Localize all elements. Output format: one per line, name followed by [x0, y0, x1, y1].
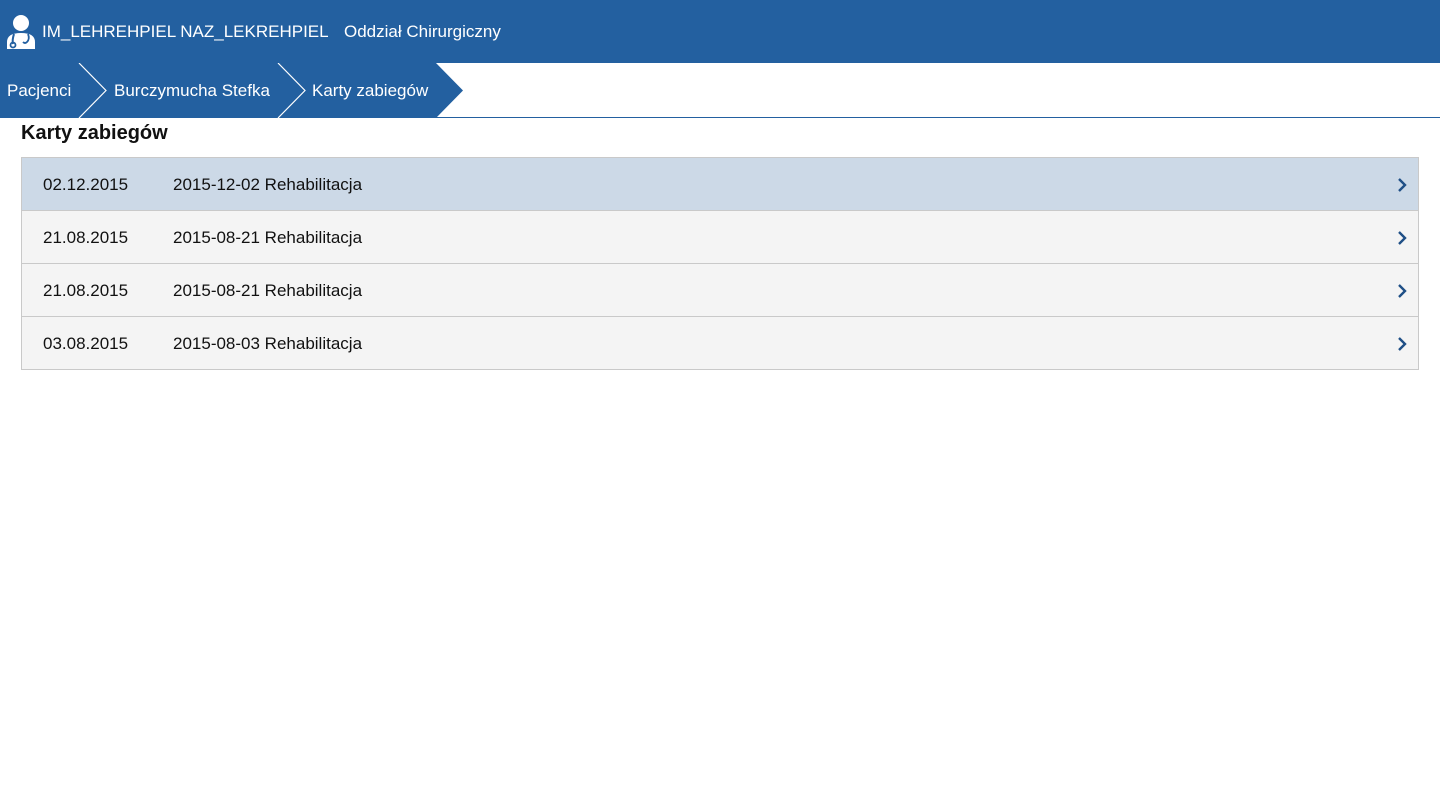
list-item[interactable]: 21.08.2015 2015-08-21 Rehabilitacja [22, 211, 1418, 264]
list-item-date: 03.08.2015 [43, 334, 129, 353]
list-item-date: 02.12.2015 [43, 175, 129, 194]
breadcrumb-item-patient[interactable]: Burczymucha Stefka [114, 80, 270, 102]
list-item[interactable]: 02.12.2015 2015-12-02 Rehabilitacja [22, 158, 1418, 211]
procedure-cards-list: 02.12.2015 2015-12-02 Rehabilitacja 21.0… [21, 157, 1419, 370]
top-bar: IM_LEHREHPIEL NAZ_LEKREHPIEL Oddział Chi… [0, 0, 1440, 63]
chevron-right-icon [1398, 178, 1407, 192]
chevron-right-icon [1398, 337, 1407, 351]
list-item[interactable]: 03.08.2015 2015-08-03 Rehabilitacja [22, 317, 1418, 369]
chevron-right-icon [1398, 284, 1407, 298]
breadcrumb: Pacjenci Burczymucha Stefka Karty zabieg… [0, 63, 1440, 118]
user-name[interactable]: IM_LEHREHPIEL NAZ_LEKREHPIEL [42, 21, 329, 43]
list-item-date: 21.08.2015 [43, 228, 129, 247]
department-name: Oddział Chirurgiczny [344, 22, 501, 41]
list-item-description: 2015-08-21 Rehabilitacja [173, 228, 363, 247]
list-item[interactable]: 21.08.2015 2015-08-21 Rehabilitacja [22, 264, 1418, 317]
page-title: Karty zabiegów [21, 122, 168, 144]
list-item-description: 2015-12-02 Rehabilitacja [173, 175, 363, 194]
breadcrumb-item-current[interactable]: Karty zabiegów [312, 80, 428, 102]
list-item-description: 2015-08-21 Rehabilitacja [173, 281, 363, 300]
chevron-right-icon [1398, 231, 1407, 245]
doctor-avatar-icon[interactable] [5, 14, 37, 50]
breadcrumb-item-pacjenci[interactable]: Pacjenci [7, 80, 71, 102]
list-item-description: 2015-08-03 Rehabilitacja [173, 334, 363, 353]
list-item-date: 21.08.2015 [43, 281, 129, 300]
